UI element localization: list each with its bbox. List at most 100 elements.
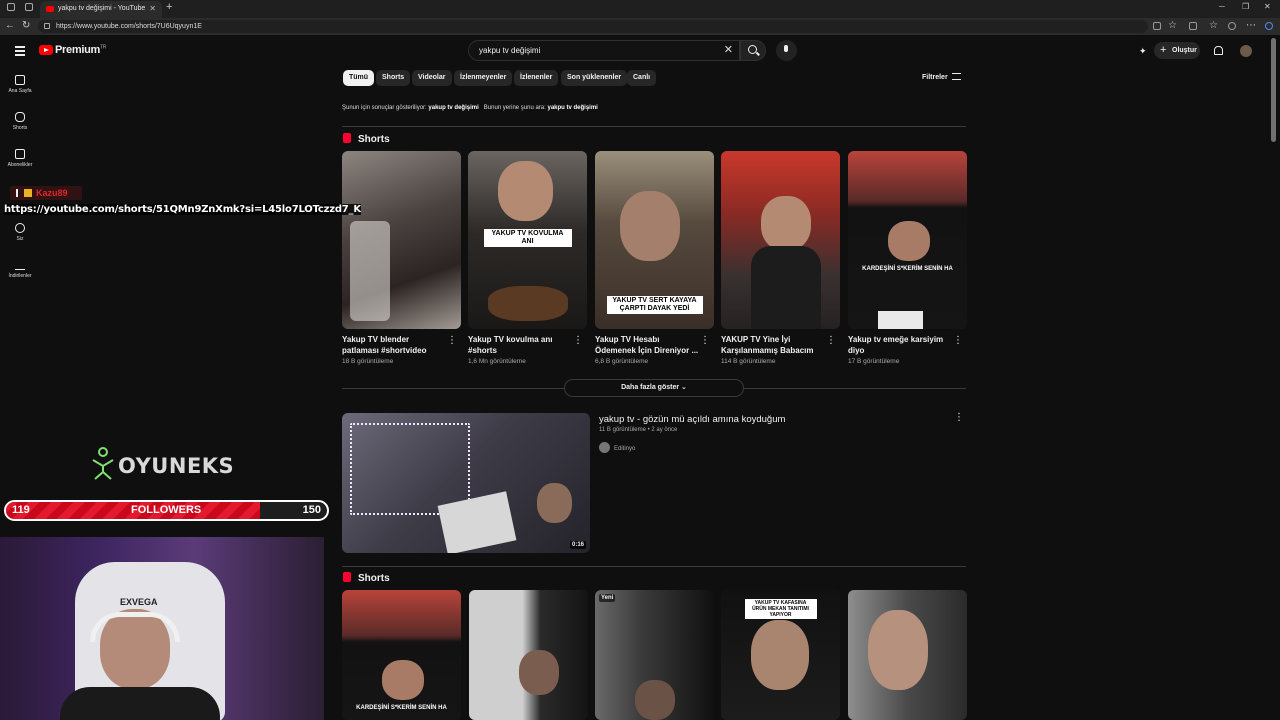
page-scrollbar[interactable] (1271, 38, 1276, 142)
minimize-icon[interactable]: ─ (1219, 2, 1225, 11)
short-caption: YAKUP TV SERT KAYAYA ÇARPTI DAYAK YEDİ (606, 296, 703, 314)
more-actions-icon[interactable]: ⋮ (573, 335, 583, 346)
workspaces-icon[interactable] (7, 3, 15, 11)
short-card[interactable]: YAKUP TV Yine İyi Karşılanmamış Babacım … (721, 151, 840, 365)
create-label: Oluştur (1172, 47, 1197, 54)
chat-link-text: https://youtube.com/shorts/51QMn9ZnXmk?s… (4, 204, 361, 215)
tab-title: yakpu tv değişimi - YouTube (58, 5, 146, 12)
short-title[interactable]: Yakup TV blender patlaması #shortvideo #… (342, 334, 446, 356)
short-thumbnail[interactable] (469, 590, 588, 720)
short-card[interactable]: YAKUP TV KAFASINA ÜRÜN MEKAN TANITIMI YA… (721, 590, 840, 720)
face-image (537, 483, 572, 523)
clear-search-icon[interactable]: ✕ (724, 41, 733, 60)
back-icon[interactable]: ← (5, 20, 15, 31)
short-card[interactable]: YAKUP TV KOVULMA ANI Yakup TV kovulma an… (468, 151, 587, 365)
short-title[interactable]: Yakup tv emeğe karsiyim diyo (848, 334, 952, 356)
show-more-button[interactable]: Daha fazla göster ⌄ (564, 379, 744, 397)
notifications-icon[interactable] (1214, 46, 1223, 55)
filters-label: Filtreler (922, 74, 948, 81)
short-thumbnail[interactable] (848, 590, 967, 720)
site-info-icon[interactable] (44, 23, 50, 29)
menu-icon[interactable] (15, 46, 25, 58)
create-button[interactable]: + Oluştur (1154, 42, 1200, 59)
new-tab-icon[interactable]: + (166, 1, 172, 13)
short-title[interactable]: Yakup TV kovulma anı #shorts (468, 334, 572, 356)
short-card[interactable]: Yeni (595, 590, 714, 720)
more-actions-icon[interactable]: ⋮ (954, 412, 964, 423)
profile-icon[interactable] (1228, 22, 1236, 30)
chip-videos[interactable]: Videolar (412, 70, 452, 86)
youtube-logo[interactable]: PremiumTR (55, 44, 106, 56)
short-thumbnail[interactable]: YAKUP TV SERT KAYAYA ÇARPTI DAYAK YEDİ (595, 151, 714, 329)
short-thumbnail[interactable]: KARDEŞİNİ S*KERİM SENİN HA (848, 151, 967, 329)
guide-item-shorts[interactable]: Shorts (2, 112, 38, 131)
short-thumbnail[interactable]: YAKUP TV KOVULMA ANI (468, 151, 587, 329)
chip-unwatched[interactable]: İzlenmeyenler (454, 70, 513, 86)
masthead: PremiumTR yakpu tv değişimi ✕ ✦ + Oluştur (0, 35, 1270, 67)
more-actions-icon[interactable]: ⋮ (826, 335, 836, 346)
youtube-logo-icon[interactable] (39, 45, 53, 55)
favorite-star-icon[interactable]: ☆ (1168, 20, 1177, 31)
short-title[interactable]: YAKUP TV Yine İyi Karşılanmamış Babacım … (721, 334, 825, 356)
followers-goal-bar: 119 FOLLOWERS 150 (4, 500, 329, 521)
browser-tab[interactable]: yakpu tv değişimi - YouTube ✕ (40, 1, 162, 18)
video-thumbnail[interactable]: 0:16 (342, 413, 590, 553)
search-button[interactable] (740, 40, 766, 61)
short-card[interactable]: KARDEŞİNİ S*KERİM SENİN HA (342, 590, 461, 720)
account-avatar[interactable] (1240, 45, 1252, 57)
favorites-icon[interactable]: ☆ (1209, 20, 1218, 31)
webcam-feed: EXVEGA (0, 537, 324, 720)
browser-tab-bar: yakpu tv değişimi - YouTube ✕ + ─ ❐ ✕ (0, 0, 1280, 18)
cast-icon[interactable]: ✦ (1139, 46, 1147, 57)
video-meta: 11 B görüntüleme • 2 ay önce (599, 427, 678, 433)
chip-watched[interactable]: İzlenenler (514, 70, 559, 86)
short-thumbnail[interactable]: KARDEŞİNİ S*KERİM SENİN HA (342, 590, 461, 720)
voice-search-icon[interactable] (776, 40, 797, 61)
guide-label: Shorts (12, 125, 28, 131)
more-actions-icon[interactable]: ⋮ (700, 335, 710, 346)
more-actions-icon[interactable]: ⋮ (447, 335, 457, 346)
more-actions-icon[interactable]: ⋮ (953, 335, 963, 346)
divider-icon (16, 189, 18, 197)
chip-shorts[interactable]: Shorts (376, 70, 411, 86)
short-card[interactable] (848, 590, 967, 720)
extensions-icon[interactable] (1189, 22, 1197, 30)
guide-item-home[interactable]: Ana Sayfa (2, 75, 38, 94)
short-title[interactable]: Yakup TV Hesabı Ödemenek İçin Direniyor … (595, 334, 699, 356)
maximize-icon[interactable]: ❐ (1242, 2, 1249, 11)
channel-link[interactable]: Editinyo (599, 442, 635, 453)
short-thumbnail[interactable] (342, 151, 461, 329)
guide-item-subscriptions[interactable]: Abonelikler (2, 149, 38, 168)
app-available-icon[interactable] (1153, 22, 1161, 30)
short-thumbnail[interactable]: YAKUP TV KAFASINA ÜRÜN MEKAN TANITIMI YA… (721, 590, 840, 720)
channel-avatar[interactable] (599, 442, 610, 453)
chip-live[interactable]: Canlı (627, 70, 657, 86)
short-thumbnail[interactable]: Yeni (595, 590, 714, 720)
reload-icon[interactable]: ↻ (22, 20, 30, 31)
chip-recent[interactable]: Son yüklenenler (561, 70, 628, 86)
short-card[interactable]: YAKUP TV SERT KAYAYA ÇARPTI DAYAK YEDİ Y… (595, 151, 714, 365)
short-thumbnail[interactable] (721, 151, 840, 329)
address-bar[interactable]: https://www.youtube.com/shorts/7U6Uqyuyn… (38, 20, 1148, 33)
chevron-down-icon: ⌄ (681, 384, 687, 391)
close-window-icon[interactable]: ✕ (1264, 2, 1271, 11)
more-menu-icon[interactable]: ⋯ (1246, 20, 1256, 31)
search-input[interactable]: yakpu tv değişimi ✕ (468, 40, 740, 61)
close-tab-icon[interactable]: ✕ (149, 1, 156, 17)
guide-label: İndirilenler (8, 273, 32, 279)
short-card[interactable]: Yakup TV blender patlaması #shortvideo #… (342, 151, 461, 365)
short-card[interactable]: KARDEŞİNİ S*KERİM SENİN HA Yakup tv emeğ… (848, 151, 967, 365)
guide-item-downloads[interactable]: İndirilenler (2, 260, 38, 279)
spelling-correction: Şunun için sonuçlar gösteriliyor: yakup … (342, 105, 598, 111)
download-icon (15, 260, 25, 270)
chip-all[interactable]: Tümü (343, 70, 375, 86)
corrected-query-link[interactable]: yakup tv değişimi (428, 105, 478, 111)
copilot-icon[interactable] (1265, 22, 1273, 30)
short-card[interactable] (469, 590, 588, 720)
guide-item-you[interactable]: Siz (2, 223, 38, 242)
tab-actions-icon[interactable] (25, 3, 33, 11)
followers-goal: 150 (302, 504, 321, 516)
filters-button[interactable]: Filtreler (922, 73, 961, 81)
video-title[interactable]: yakup tv - gözün mü açıldı amına koyduğu… (599, 414, 785, 425)
original-query-link[interactable]: yakpu tv değişimi (547, 105, 597, 111)
